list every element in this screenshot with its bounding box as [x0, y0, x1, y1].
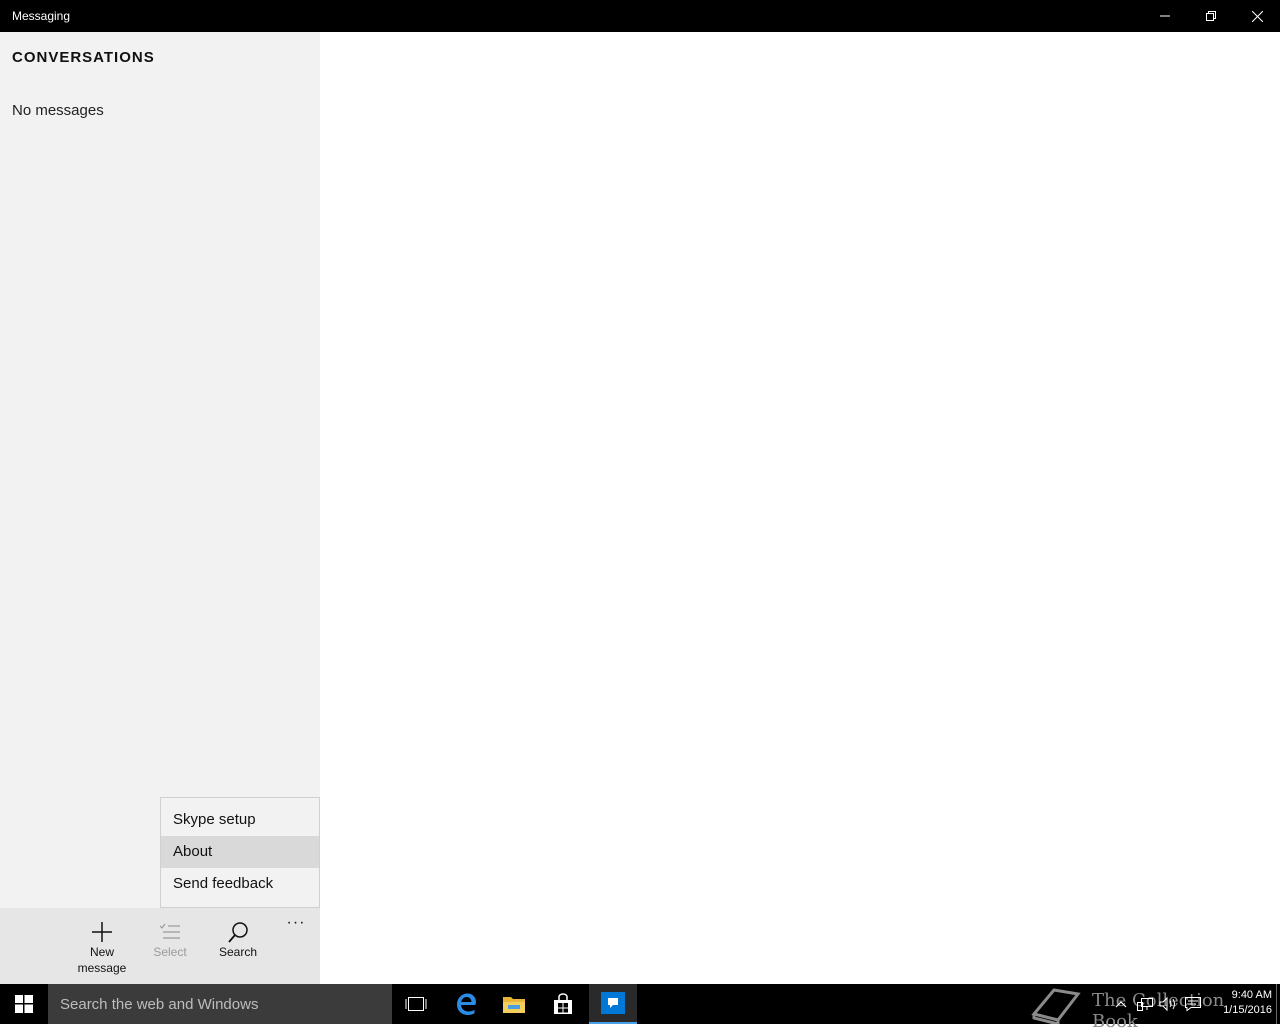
file-explorer-button[interactable] — [490, 984, 538, 1024]
search-label: Search — [218, 945, 258, 959]
task-view-icon — [405, 997, 427, 1011]
command-bar: New message Select Search — [0, 908, 320, 984]
minimize-icon — [1160, 15, 1170, 17]
show-desktop-button[interactable] — [1276, 984, 1277, 1024]
restore-button[interactable] — [1188, 0, 1234, 32]
task-view-button[interactable] — [392, 984, 440, 1024]
restore-icon — [1206, 11, 1216, 21]
select-list-icon — [159, 923, 180, 939]
clock-date: 1/15/2016 — [1223, 1004, 1272, 1016]
empty-state-text: No messages — [12, 102, 104, 119]
network-button[interactable] — [1134, 984, 1156, 1024]
overflow-menu: Skype setup About Send feedback — [160, 797, 320, 908]
file-explorer-icon — [503, 997, 525, 1013]
clock-time: 9:40 AM — [1231, 989, 1272, 1001]
select-button[interactable]: Select — [136, 920, 204, 960]
menu-item-skype-setup[interactable]: Skype setup — [161, 804, 319, 836]
store-icon — [554, 993, 572, 1014]
more-icon[interactable]: ··· — [282, 914, 310, 938]
taskbar-search-placeholder: Search the web and Windows — [60, 996, 259, 1013]
new-message-label: New message — [77, 945, 127, 975]
close-icon — [1251, 10, 1263, 22]
minimize-button[interactable] — [1142, 0, 1188, 32]
new-message-button[interactable]: New message — [68, 920, 136, 976]
plus-icon — [92, 922, 112, 942]
title-bar: Messaging — [0, 0, 1280, 32]
messaging-icon — [601, 992, 625, 1014]
show-hidden-icons-button[interactable] — [1112, 984, 1130, 1024]
taskbar-search-box[interactable]: Search the web and Windows — [48, 984, 392, 1024]
search-button[interactable]: Search — [204, 920, 272, 960]
close-button[interactable] — [1234, 0, 1280, 32]
store-button[interactable] — [539, 984, 587, 1024]
search-icon — [228, 922, 248, 943]
windows-logo-icon — [15, 995, 33, 1013]
select-label: Select — [153, 945, 187, 959]
message-content-area — [320, 32, 1280, 984]
book-logo-icon — [1031, 988, 1081, 1024]
edge-icon — [457, 993, 476, 1015]
messaging-button[interactable] — [589, 984, 637, 1024]
conversations-heading: CONVERSATIONS — [12, 49, 155, 66]
volume-button[interactable] — [1158, 984, 1180, 1024]
menu-item-send-feedback[interactable]: Send feedback — [161, 868, 319, 900]
action-center-icon — [1185, 997, 1201, 1012]
window-title: Messaging — [12, 9, 71, 23]
network-icon — [1137, 998, 1153, 1011]
taskbar: Search the web and Windows The Collectio… — [0, 984, 1280, 1032]
action-center-button[interactable] — [1182, 984, 1204, 1024]
taskbar-clock[interactable]: 9:40 AM 1/15/2016 — [1210, 988, 1272, 1018]
edge-button[interactable] — [442, 984, 490, 1024]
chevron-up-icon — [1115, 1001, 1127, 1008]
volume-icon — [1159, 996, 1175, 1012]
start-button[interactable] — [0, 984, 48, 1024]
menu-item-about[interactable]: About — [161, 836, 319, 868]
